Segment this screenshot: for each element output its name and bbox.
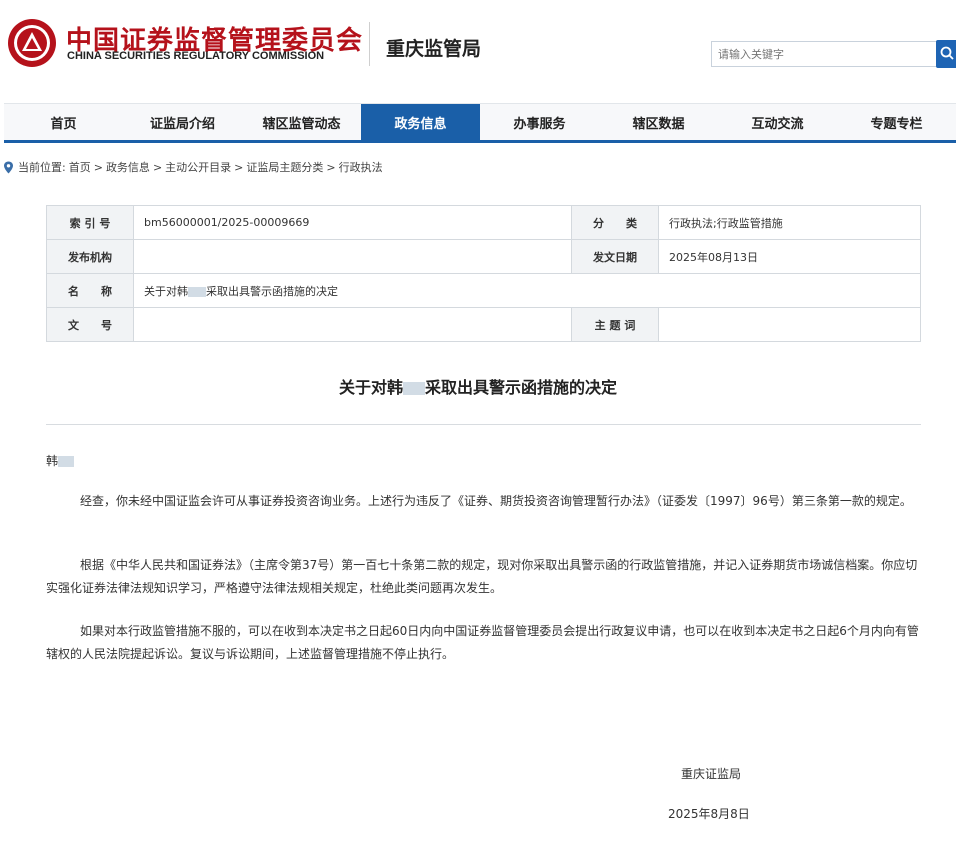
table-row: 名 称 关于对韩 采取出具警示函措施的决定 [46,273,921,308]
main-nav: 首页 证监局介绍 辖区监管动态 政务信息 办事服务 辖区数据 互动交流 专题专栏 [4,103,956,143]
date-label: 发文日期 [571,239,659,274]
signature-org: 重庆证监局 [681,767,742,781]
document-info-table: 索 引 号 bm56000001/2025-00009669 分 类 行政执法;… [46,205,921,342]
nav-item-special-topics[interactable]: 专题专栏 [837,104,956,141]
breadcrumb-link-topic-category[interactable]: 证监局主题分类 [246,159,323,175]
search-icon [940,46,954,60]
breadcrumb-separator: > [93,160,103,174]
breadcrumb-separator: > [234,160,244,174]
paragraph-measure: 根据《中华人民共和国证券法》（主席令第37号）第一百七十条第二款的规定，现对你采… [46,558,918,595]
name-value-post: 采取出具警示函措施的决定 [206,284,338,298]
redacted-name-blur [188,286,206,297]
site-header: 中国证券监督管理委员会 CHINA SECURITIES REGULATORY … [0,0,956,100]
paragraph-findings: 经查，你未经中国证监会许可从事证券投资咨询业务。上述行为违反了《证券、期货投资咨… [80,494,912,508]
nav-item-interaction[interactable]: 互动交流 [718,104,837,141]
breadcrumb: 当前位置: 首页 > 政务信息 > 主动公开目录 > 证监局主题分类 > 行政执… [3,158,386,176]
location-pin-icon [4,161,13,173]
nav-item-regional-data[interactable]: 辖区数据 [599,104,718,141]
breadcrumb-link-public-catalog[interactable]: 主动公开目录 [165,159,231,175]
name-value-pre: 关于对韩 [144,284,188,298]
date-value: 2025年08月13日 [658,239,921,274]
csrc-emblem-icon [8,19,56,67]
publisher-label: 发布机构 [46,239,134,274]
document-title-pre: 关于对韩 [338,378,403,397]
document-title-post: 采取出具警示函措施的决定 [425,378,618,397]
nav-item-home[interactable]: 首页 [4,104,123,141]
keywords-value [658,307,921,342]
redacted-name-blur [403,382,425,395]
name-value: 关于对韩 采取出具警示函措施的决定 [133,273,921,308]
name-label: 名 称 [46,273,134,308]
logo-title-en: CHINA SECURITIES REGULATORY COMMISSION [67,50,325,62]
nav-item-services[interactable]: 办事服务 [480,104,599,141]
table-row: 索 引 号 bm56000001/2025-00009669 分 类 行政执法;… [46,205,921,240]
breadcrumb-link-enforcement[interactable]: 行政执法 [339,159,383,175]
nav-item-government-info[interactable]: 政务信息 [361,104,480,141]
category-label: 分 类 [571,205,659,240]
title-divider [46,424,921,425]
bureau-name: 重庆监管局 [386,38,482,60]
keywords-label: 主 题 词 [571,307,659,342]
document-title: 关于对韩 采取出具警示函措施的决定 [0,374,956,398]
table-row: 文 号 主 题 词 [46,307,921,342]
nav-item-supervision-news[interactable]: 辖区监管动态 [242,104,361,141]
publisher-value [133,239,572,274]
signature-date: 2025年8月8日 [668,807,750,821]
breadcrumb-separator: > [326,160,336,174]
breadcrumb-separator: > [152,160,163,174]
index-value: bm56000001/2025-00009669 [133,205,572,240]
addressee-name: 韩 [46,454,59,468]
addressee: 韩 [46,452,75,469]
header-divider [369,22,370,66]
search-input[interactable] [711,41,938,67]
breadcrumb-link-home[interactable]: 首页 [69,159,91,175]
docno-value [133,307,572,342]
category-value: 行政执法;行政监管措施 [658,205,921,240]
paragraph-appeal: 如果对本行政监管措施不服的，可以在收到本决定书之日起60日内向中国证券监督管理委… [46,624,919,661]
index-label: 索 引 号 [46,205,134,240]
table-row: 发布机构 发文日期 2025年08月13日 [46,239,921,274]
breadcrumb-prefix: 当前位置: [18,161,66,174]
nav-item-bureau-intro[interactable]: 证监局介绍 [123,104,242,141]
redacted-name-blur [58,456,75,467]
docno-label: 文 号 [46,307,134,342]
breadcrumb-link-government-info[interactable]: 政务信息 [106,159,150,175]
search-button[interactable] [936,40,956,68]
